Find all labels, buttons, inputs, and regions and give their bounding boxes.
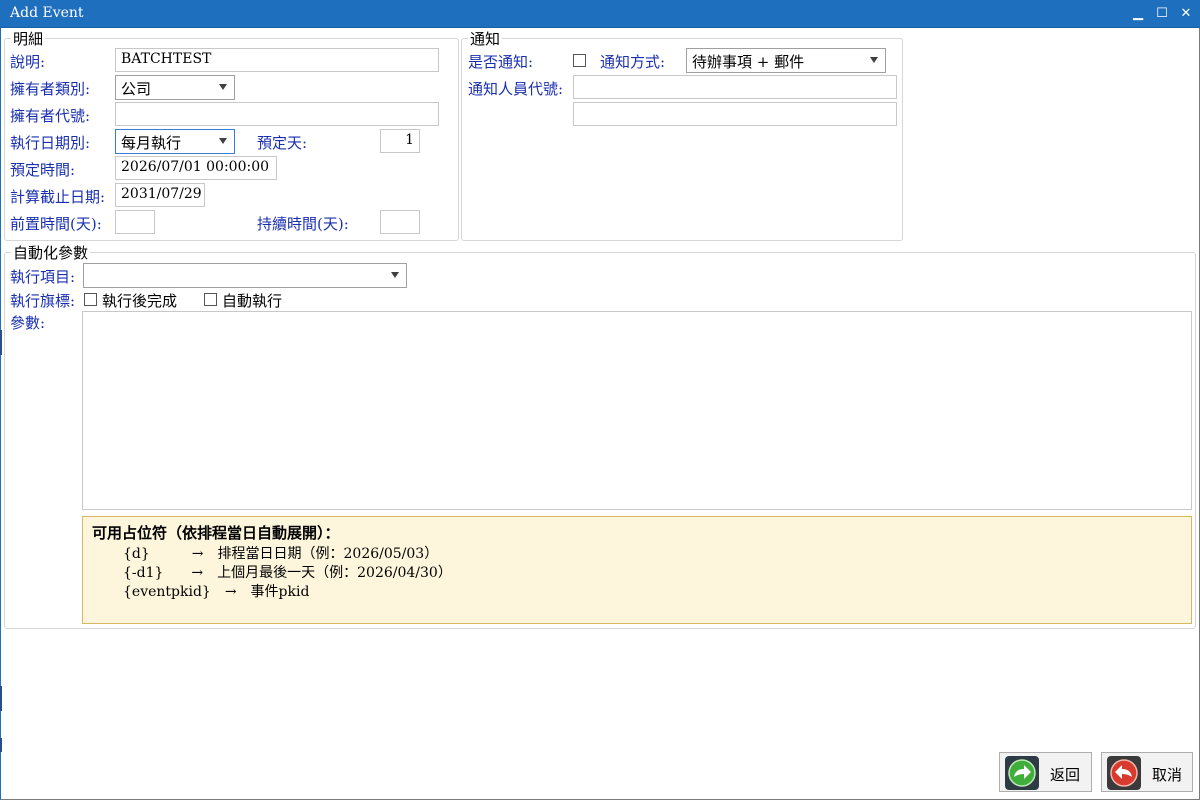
cancel-button[interactable]: 取消 — [1101, 752, 1193, 792]
notify-checkbox[interactable] — [573, 54, 586, 67]
complete-after-exec-checkbox[interactable] — [84, 293, 97, 306]
exec-date-type-value: 每月執行 — [121, 134, 182, 152]
window-title: Add Event — [10, 5, 84, 21]
close-icon[interactable]: ✕ — [1176, 4, 1196, 24]
lead-time-label: 前置時間(天): — [10, 215, 102, 233]
calc-end-date-input[interactable]: 2031/07/29 — [115, 183, 205, 207]
hint-line: {d} → 排程當日日期（例：2026/05/03） — [123, 546, 439, 562]
window-edge-marker — [0, 738, 2, 752]
duration-input[interactable] — [380, 210, 420, 234]
exec-item-select[interactable] — [83, 263, 407, 288]
exec-date-type-label: 執行日期別: — [10, 134, 91, 152]
auto-exec-checkbox[interactable] — [204, 293, 217, 306]
hint-line: {-d1} → 上個月最後一天（例：2026/04/30） — [123, 565, 452, 581]
forward-arrow-icon — [1005, 756, 1039, 790]
back-button[interactable]: 返回 — [999, 752, 1092, 792]
owner-id-label: 擁有者代號: — [10, 107, 91, 125]
scheduled-time-input[interactable]: 2026/07/01 00:00:00 — [115, 156, 277, 180]
chevron-down-icon — [219, 138, 227, 144]
description-label: 說明: — [10, 53, 46, 71]
owner-type-value: 公司 — [121, 80, 152, 98]
window-edge-marker — [0, 686, 2, 711]
details-legend: 明細 — [11, 28, 46, 49]
notify-enabled-label: 是否通知: — [468, 53, 534, 71]
undo-icon — [1107, 756, 1141, 790]
owner-type-select[interactable]: 公司 — [115, 75, 235, 100]
complete-after-exec-label: 執行後完成 — [102, 292, 178, 310]
params-label: 參數: — [10, 314, 46, 332]
minimize-icon[interactable]: ▁ — [1128, 4, 1148, 24]
chevron-down-icon — [391, 272, 399, 278]
scheduled-time-label: 預定時間: — [10, 161, 76, 179]
owner-type-label: 擁有者類別: — [10, 80, 91, 98]
recipient-input[interactable] — [573, 75, 897, 99]
chevron-down-icon — [870, 57, 878, 63]
hint-line: {eventpkid} → 事件pkid — [123, 584, 310, 600]
scheduled-day-label: 預定天: — [257, 134, 308, 152]
chevron-down-icon — [219, 84, 227, 90]
notify-method-select[interactable]: 待辦事項 + 郵件 — [686, 48, 886, 73]
notify-legend: 通知 — [468, 28, 503, 49]
exec-date-type-select[interactable]: 每月執行 — [115, 129, 235, 154]
hint-title: 可用占位符（依排程當日自動展開）： — [92, 524, 340, 542]
lead-time-input[interactable] — [115, 210, 155, 234]
duration-label: 持續時間(天): — [257, 215, 349, 233]
notify-method-value: 待辦事項 + 郵件 — [692, 53, 805, 71]
notify-method-label: 通知方式: — [600, 53, 666, 71]
placeholder-hint-box: 可用占位符（依排程當日自動展開）： {d} → 排程當日日期（例：2026/05… — [82, 516, 1192, 624]
cancel-button-label: 取消 — [1152, 766, 1183, 784]
exec-item-label: 執行項目: — [10, 268, 76, 286]
owner-id-input[interactable] — [115, 102, 439, 126]
description-input[interactable]: BATCHTEST — [115, 48, 439, 72]
auto-exec-label: 自動執行 — [222, 292, 283, 310]
recipient-label: 通知人員代號: — [468, 80, 564, 98]
title-bar: Add Event ▁ ☐ ✕ — [0, 0, 1200, 28]
back-button-label: 返回 — [1050, 766, 1081, 784]
calc-end-date-label: 計算截止日期: — [10, 188, 106, 206]
exec-flags-label: 執行旗標: — [10, 292, 76, 310]
automation-legend: 自動化參數 — [11, 242, 91, 263]
maximize-icon[interactable]: ☐ — [1152, 4, 1172, 24]
params-textarea[interactable] — [82, 311, 1192, 510]
scheduled-day-input[interactable]: 1 — [380, 129, 420, 153]
recipient-input-2[interactable] — [573, 102, 897, 126]
window-edge-marker — [0, 330, 2, 355]
